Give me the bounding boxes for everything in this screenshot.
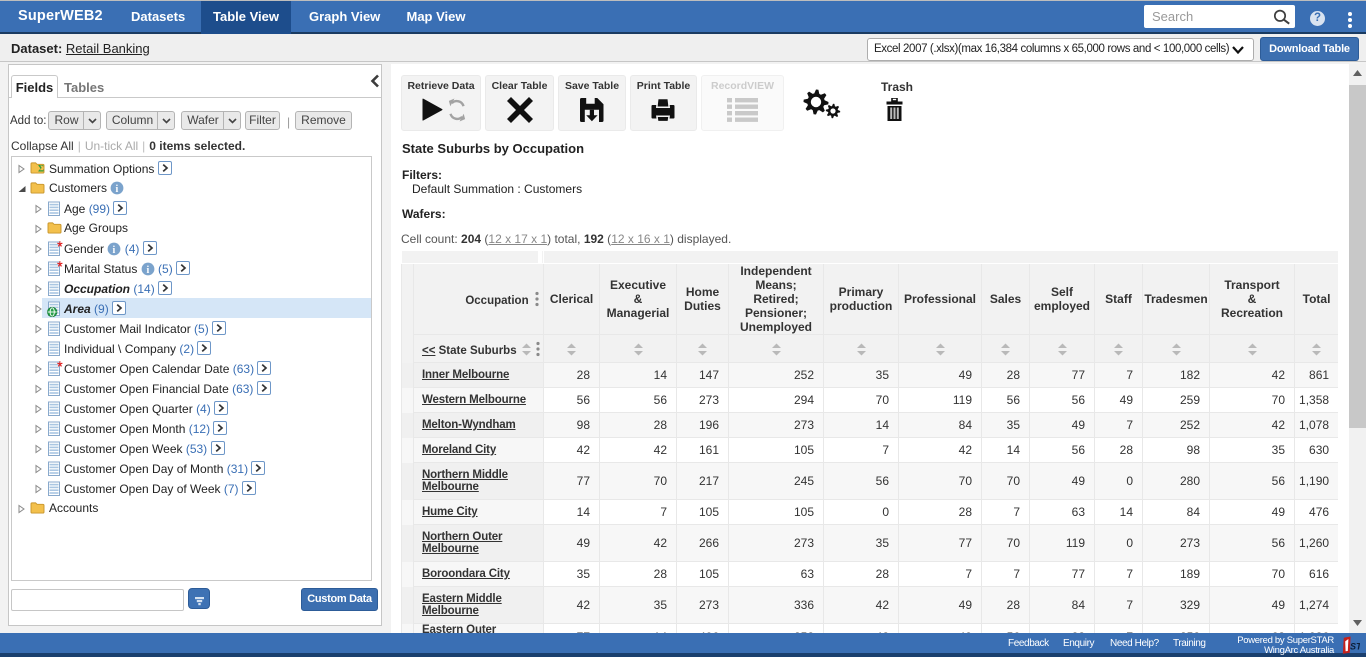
svg-text:Σ: Σ <box>38 165 44 174</box>
svg-text:i: i <box>113 245 116 256</box>
svg-text:i: i <box>116 184 119 195</box>
svg-text:i: i <box>146 265 149 276</box>
svg-text:ST: ST <box>1350 642 1360 652</box>
